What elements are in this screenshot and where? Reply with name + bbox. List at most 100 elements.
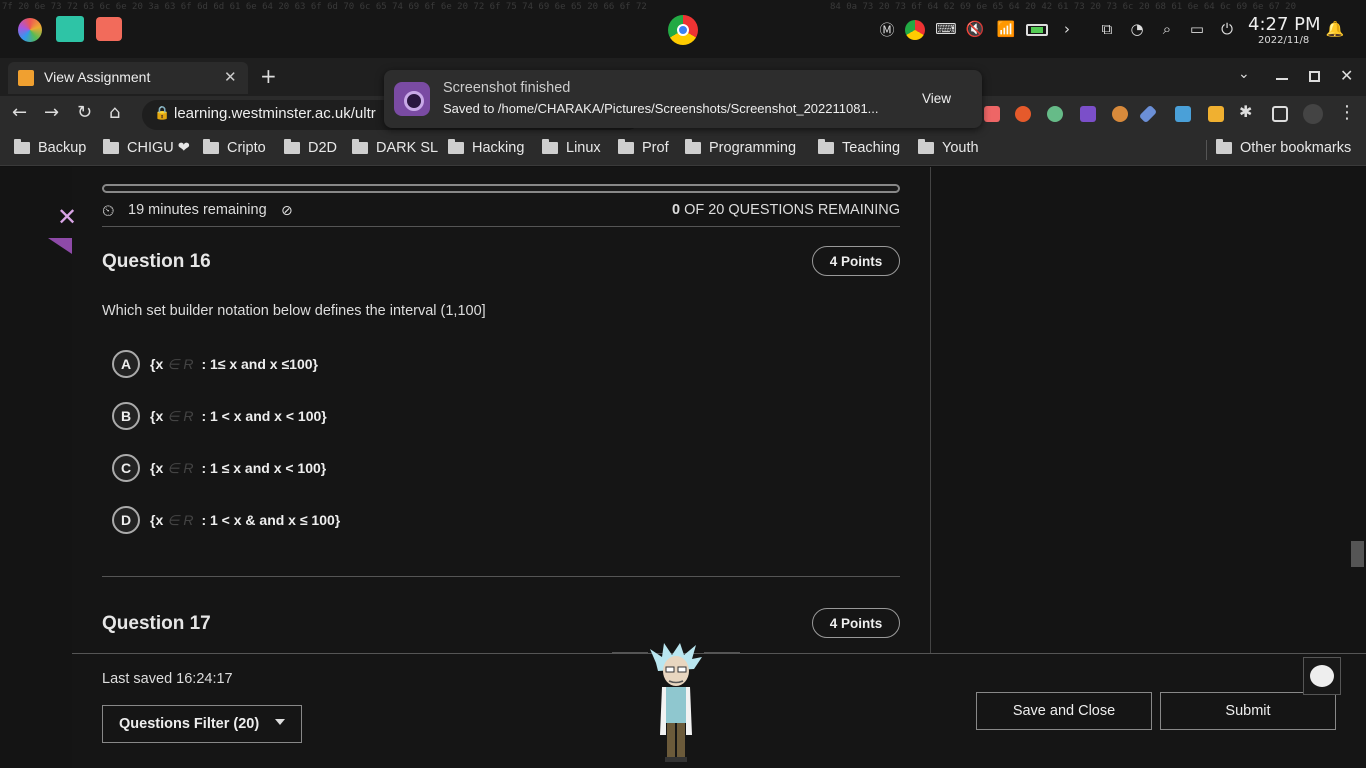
bookmark-folder[interactable]: Backup xyxy=(14,139,86,156)
option-c[interactable]: C {x ∈ R: 1 ≤ x and x < 100} xyxy=(112,454,326,482)
folder-icon xyxy=(685,139,701,154)
url-text[interactable]: learning.westminster.ac.uk/ultr xyxy=(174,105,376,122)
close-icon[interactable]: ✕ xyxy=(224,68,237,86)
progress-bar xyxy=(102,184,900,193)
minimize-button[interactable] xyxy=(1276,78,1288,80)
extension-fox-icon[interactable] xyxy=(1015,106,1031,122)
clock-time[interactable]: 4:27 PM xyxy=(1248,14,1321,35)
divider xyxy=(612,652,648,653)
folder-icon xyxy=(818,139,834,154)
chrome-taskbar-icon[interactable] xyxy=(668,15,698,45)
option-letter[interactable]: C xyxy=(112,454,140,482)
app-launcher-icon[interactable] xyxy=(18,18,42,42)
side-panel-icon[interactable] xyxy=(1272,106,1288,122)
chevron-right-icon[interactable]: › xyxy=(1056,18,1078,40)
chrome-tray-icon[interactable] xyxy=(905,20,925,40)
divider xyxy=(704,652,740,653)
bookmark-folder[interactable]: Youth xyxy=(918,139,979,156)
keyboard-tray-icon[interactable]: ⌨ xyxy=(935,18,957,40)
clock-date[interactable]: 2022/11/8 xyxy=(1258,35,1309,46)
puzzle-extensions-icon[interactable]: ✱ xyxy=(1239,102,1252,121)
folder-icon xyxy=(1216,139,1232,154)
close-assessment-icon[interactable]: ✕ xyxy=(57,203,77,231)
bookmark-divider xyxy=(1206,140,1207,160)
extension-cube-icon[interactable] xyxy=(1080,106,1096,122)
caret-down-icon xyxy=(275,719,285,725)
new-tab-button[interactable]: + xyxy=(260,64,277,88)
activity-tray-icon[interactable]: ◔ xyxy=(1126,18,1148,40)
extension-yellow-icon[interactable] xyxy=(1208,106,1224,122)
folder-icon xyxy=(14,139,30,154)
screenshot-notification[interactable]: Screenshot finished Saved to /home/CHARA… xyxy=(384,70,982,128)
option-text: {x ∈ R: 1 ≤ x and x < 100} xyxy=(150,459,327,476)
home-icon[interactable]: ⌂ xyxy=(109,102,120,123)
menu-kebab-icon[interactable]: ⋮ xyxy=(1338,102,1356,123)
wifi-icon[interactable]: 📶 xyxy=(995,18,1017,40)
extension-glasses-icon[interactable] xyxy=(1047,106,1063,122)
scrollbar-thumb[interactable] xyxy=(1351,541,1364,567)
desktop-mascot[interactable] xyxy=(648,643,704,765)
folder-icon xyxy=(352,139,368,154)
overview-tray-icon[interactable]: ▭ xyxy=(1186,18,1208,40)
bookmark-folder[interactable]: Linux xyxy=(542,139,601,156)
questions-filter-dropdown[interactable]: Questions Filter (20) xyxy=(102,705,302,743)
bookmark-folder[interactable]: CHIGU ❤ xyxy=(103,139,190,156)
restore-button[interactable] xyxy=(1309,71,1320,82)
chat-bubble-icon xyxy=(1310,665,1334,687)
points-badge: 4 Points xyxy=(812,246,900,276)
back-arrow-icon[interactable]: ← xyxy=(12,102,27,123)
tab-view-assignment[interactable]: View Assignment ✕ xyxy=(8,62,248,94)
tab-title: View Assignment xyxy=(44,69,151,85)
option-letter[interactable]: B xyxy=(112,402,140,430)
save-and-close-button[interactable]: Save and Close xyxy=(976,692,1152,730)
window-close-button[interactable]: ✕ xyxy=(1340,66,1353,85)
power-icon[interactable]: ⏻ xyxy=(1216,18,1238,40)
option-b[interactable]: B {x ∈ R: 1 < x and x < 100} xyxy=(112,402,327,430)
terminal-app-icon[interactable] xyxy=(56,16,84,42)
submit-button[interactable]: Submit xyxy=(1160,692,1336,730)
extension-off-icon[interactable] xyxy=(1175,106,1191,122)
option-letter[interactable]: A xyxy=(112,350,140,378)
reload-icon[interactable]: ↻ xyxy=(77,102,92,123)
question-title: Question 17 xyxy=(102,613,211,634)
bookmark-folder[interactable]: Prof xyxy=(618,139,669,156)
option-d[interactable]: D {x ∈ R: 1 < x & and x ≤ 100} xyxy=(112,506,340,534)
bookmark-folder[interactable]: Cripto xyxy=(203,139,266,156)
points-badge: 4 Points xyxy=(812,608,900,638)
chat-button[interactable] xyxy=(1303,657,1341,695)
notification-bell-icon[interactable]: 🔔 xyxy=(1324,18,1346,40)
last-saved-text: Last saved 16:24:17 xyxy=(102,671,233,687)
folder-icon xyxy=(203,139,219,154)
eye-slash-icon[interactable]: ⊘ xyxy=(281,203,293,219)
other-bookmarks[interactable]: Other bookmarks xyxy=(1216,139,1351,156)
mail-tray-icon[interactable]: Ⓜ xyxy=(876,18,898,40)
battery-icon[interactable] xyxy=(1026,24,1048,36)
folder-icon xyxy=(618,139,634,154)
bookmark-folder[interactable]: DARK SL xyxy=(352,139,438,156)
profile-avatar[interactable] xyxy=(1303,104,1323,124)
divider xyxy=(102,226,900,227)
folder-icon xyxy=(918,139,934,154)
option-text: {x ∈ R: 1≤ x and x ≤100} xyxy=(150,355,318,372)
option-letter[interactable]: D xyxy=(112,506,140,534)
lock-icon[interactable]: 🔒 xyxy=(154,106,170,121)
remaining-label: OF 20 QUESTIONS REMAINING xyxy=(684,202,900,218)
search-icon[interactable]: ⌕ xyxy=(1156,18,1178,40)
bookmark-folder[interactable]: Teaching xyxy=(818,139,900,156)
extension-icon-1[interactable] xyxy=(984,106,1000,122)
option-text: {x ∈ R: 1 < x and x < 100} xyxy=(150,407,327,424)
forward-arrow-icon[interactable]: → xyxy=(44,102,59,123)
notification-body: Saved to /home/CHARAKA/Pictures/Screensh… xyxy=(443,101,879,116)
remaining-count: 0 xyxy=(671,202,681,218)
bookmark-folder[interactable]: Programming xyxy=(685,139,796,156)
notification-view-button[interactable]: View xyxy=(922,91,951,106)
extension-mushroom-icon[interactable] xyxy=(1112,106,1128,122)
screenshot-tray-icon[interactable]: ⧉ xyxy=(1096,18,1118,40)
folder-icon xyxy=(448,139,464,154)
tab-search-chevron-down-icon[interactable]: ⌄ xyxy=(1238,66,1250,82)
option-a[interactable]: A {x ∈ R: 1≤ x and x ≤100} xyxy=(112,350,318,378)
files-app-icon[interactable] xyxy=(96,17,122,41)
volume-muted-icon[interactable]: 🔇 xyxy=(964,18,986,40)
bookmark-folder[interactable]: Hacking xyxy=(448,139,524,156)
bookmark-folder[interactable]: D2D xyxy=(284,139,337,156)
